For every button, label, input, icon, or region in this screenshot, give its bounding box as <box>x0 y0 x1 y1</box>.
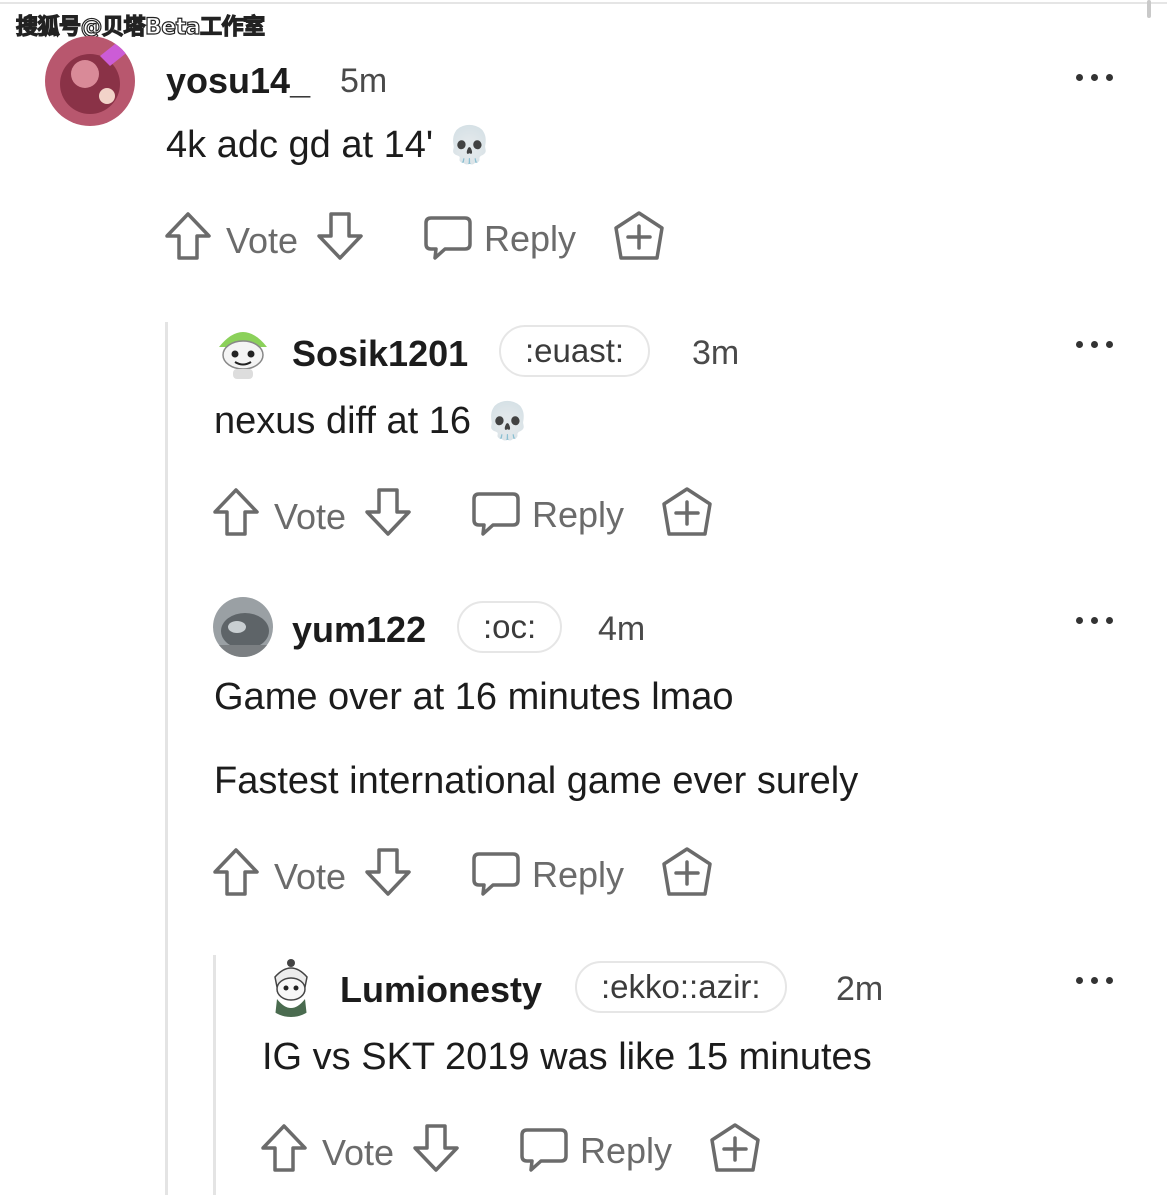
top-divider <box>0 2 1167 4</box>
more-options-icon[interactable] <box>1076 71 1116 85</box>
upvote-arrow-icon[interactable] <box>259 1122 309 1174</box>
username[interactable]: Sosik1201 <box>292 333 468 375</box>
avatar-image <box>261 957 321 1017</box>
comment-body: nexus diff at 16 💀 <box>214 400 530 443</box>
more-options-icon[interactable] <box>1076 614 1116 628</box>
timestamp: 5m <box>340 62 388 100</box>
speech-bubble-icon[interactable] <box>471 490 521 538</box>
avatar-image <box>213 321 273 381</box>
watermark: 搜狐号@贝塔Beta工作室 <box>15 14 265 40</box>
upvote-arrow-icon[interactable] <box>163 210 213 262</box>
comment-body-line-2: Fastest international game ever surely <box>214 760 859 802</box>
scroll-indicator <box>1147 0 1151 18</box>
comment-body-line-1: Game over at 16 minutes lmao <box>214 676 734 718</box>
more-options-icon[interactable] <box>1076 338 1116 352</box>
user-avatar[interactable] <box>213 597 273 657</box>
comment-body: 4k adc gd at 14' 💀 <box>166 124 492 167</box>
thread-line-level1[interactable] <box>165 322 168 1195</box>
reply-label[interactable]: Reply <box>580 1130 672 1172</box>
upvote-arrow-icon[interactable] <box>211 486 261 538</box>
reply-label[interactable]: Reply <box>484 218 576 260</box>
username[interactable]: yosu14_ <box>166 60 310 102</box>
thread-line-level2[interactable] <box>213 955 216 1195</box>
award-plus-icon[interactable] <box>661 486 713 540</box>
award-plus-icon[interactable] <box>709 1122 761 1176</box>
reply-label[interactable]: Reply <box>532 494 624 536</box>
vote-label: Vote <box>274 856 347 897</box>
timestamp: 2m <box>836 970 884 1008</box>
avatar-image <box>45 36 135 126</box>
timestamp: 4m <box>598 610 646 648</box>
user-avatar[interactable] <box>45 36 135 126</box>
vote-label: Vote <box>322 1132 395 1173</box>
user-avatar[interactable] <box>213 321 273 381</box>
downvote-arrow-icon[interactable] <box>363 486 413 538</box>
speech-bubble-icon[interactable] <box>423 214 473 262</box>
downvote-arrow-icon[interactable] <box>315 210 365 262</box>
username[interactable]: Lumionesty <box>340 969 542 1011</box>
award-plus-icon[interactable] <box>661 846 713 900</box>
vote-label: Vote <box>226 220 299 261</box>
user-flair: :euast: <box>499 325 651 377</box>
comment-body: IG vs SKT 2019 was like 15 minutes <box>262 1036 872 1078</box>
comment-text: nexus diff at 16 <box>214 400 472 442</box>
upvote-arrow-icon[interactable] <box>211 846 261 898</box>
comment-text: 4k adc gd at 14' <box>166 124 434 166</box>
downvote-arrow-icon[interactable] <box>363 846 413 898</box>
user-avatar[interactable] <box>261 957 321 1017</box>
speech-bubble-icon[interactable] <box>471 850 521 898</box>
reply-label[interactable]: Reply <box>532 854 624 896</box>
skull-emoji: 💀 <box>485 401 530 442</box>
award-plus-icon[interactable] <box>613 210 665 264</box>
speech-bubble-icon[interactable] <box>519 1126 569 1174</box>
timestamp: 3m <box>692 334 740 372</box>
downvote-arrow-icon[interactable] <box>411 1122 461 1174</box>
vote-label: Vote <box>274 496 347 537</box>
skull-emoji: 💀 <box>447 125 492 166</box>
username[interactable]: yum122 <box>292 609 426 651</box>
avatar-image <box>213 597 273 657</box>
user-flair: :oc: <box>457 601 563 653</box>
more-options-icon[interactable] <box>1076 974 1116 988</box>
user-flair: :ekko::azir: <box>575 961 787 1013</box>
